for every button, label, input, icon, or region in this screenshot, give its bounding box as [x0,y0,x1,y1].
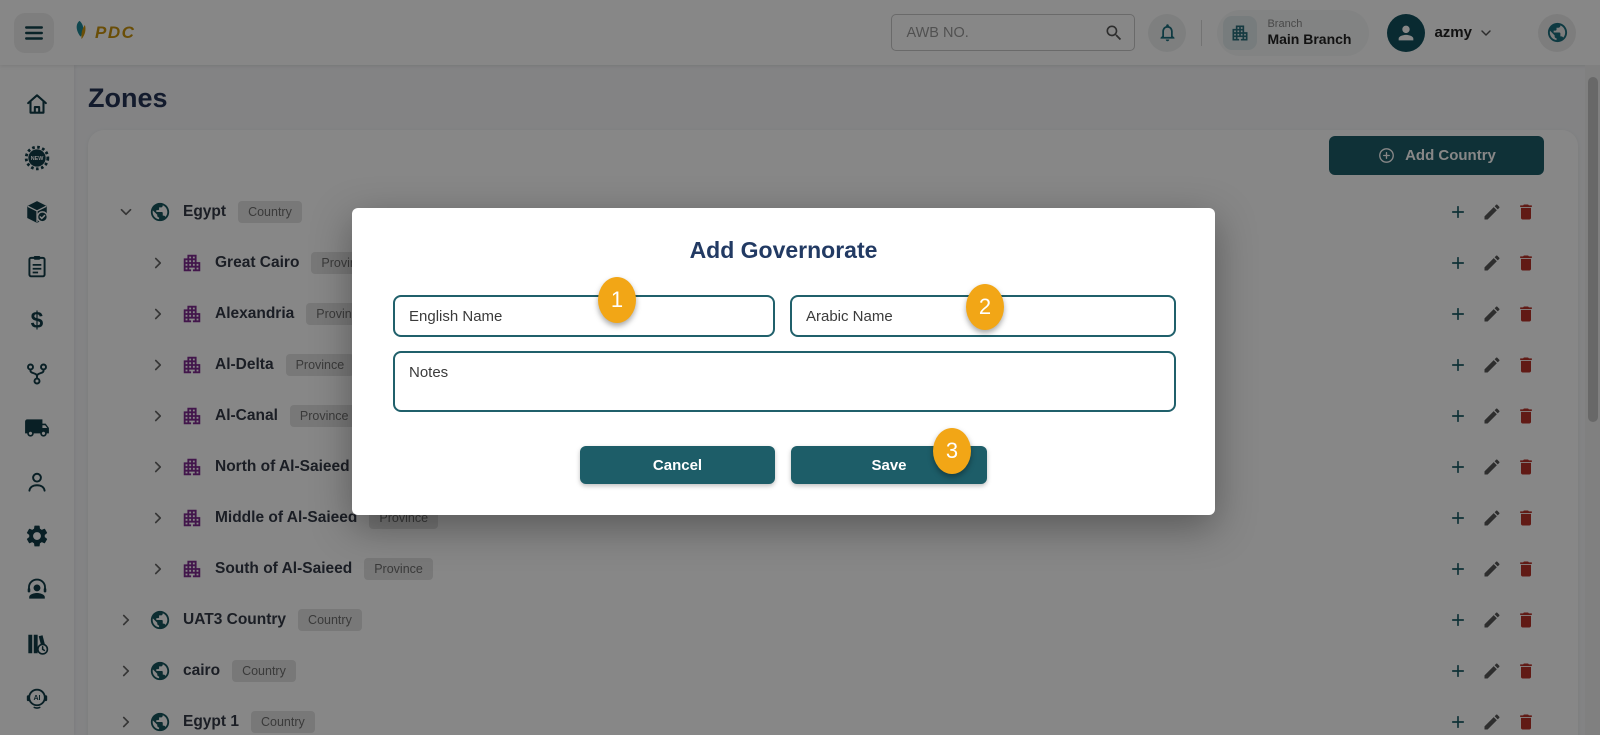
annotation-badge-3: 3 [933,428,971,474]
annotation-badge-1: 1 [598,277,636,323]
notes-input[interactable] [393,351,1176,412]
annotation-badge-2: 2 [966,284,1004,330]
english-name-input[interactable] [393,295,775,337]
add-governorate-modal: Add Governorate Cancel Save [352,208,1215,515]
cancel-button[interactable]: Cancel [580,446,775,484]
modal-title: Add Governorate [352,237,1215,264]
